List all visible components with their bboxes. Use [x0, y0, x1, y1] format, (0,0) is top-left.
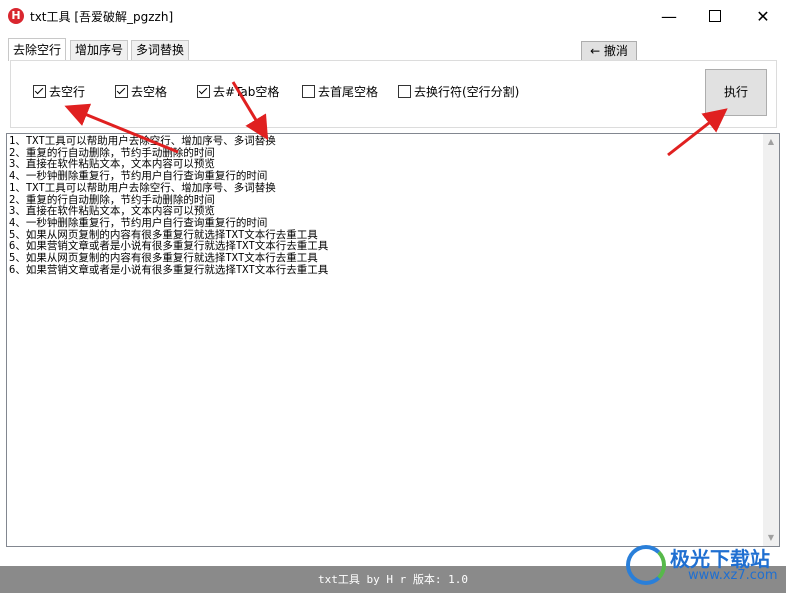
- annotation-arrow: [667, 108, 728, 157]
- annotation-arrows: [64, 81, 728, 157]
- annotation-arrow: [231, 81, 269, 141]
- annotation-arrow: [64, 103, 179, 154]
